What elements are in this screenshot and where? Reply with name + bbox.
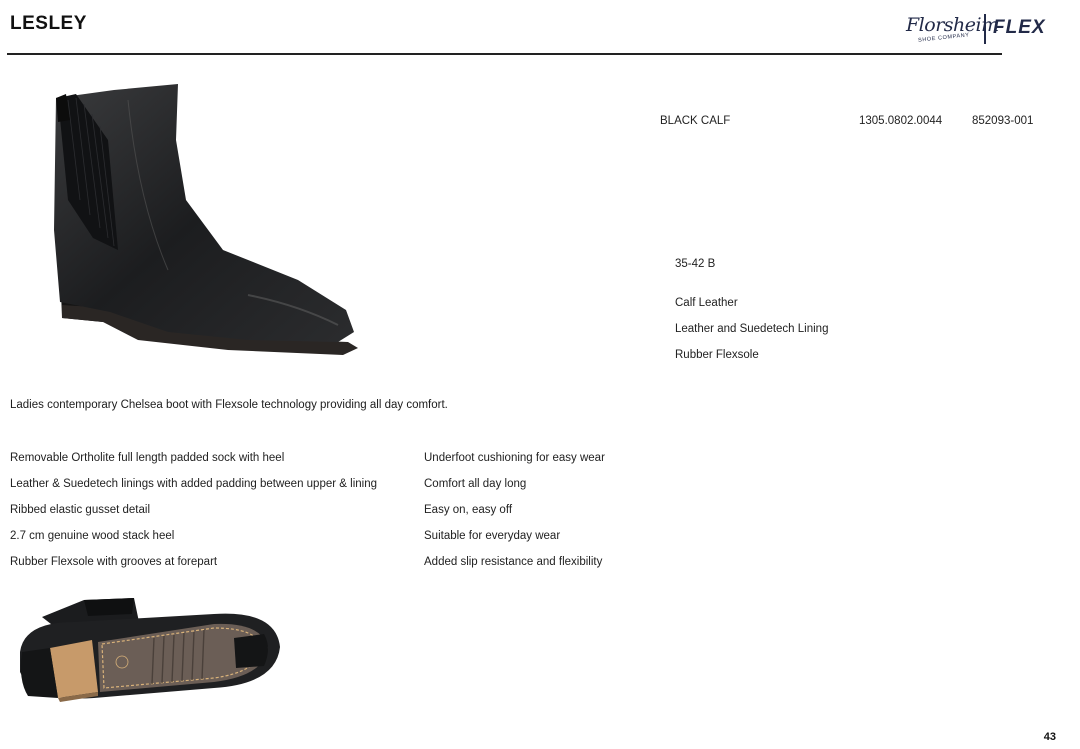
flex-wordmark: FLEX — [993, 17, 1046, 38]
upper-material: Calf Leather — [675, 297, 738, 309]
feature-item: Ribbed elastic gusset detail — [10, 504, 150, 516]
boot-sole-view-image — [20, 598, 280, 702]
benefit-item: Underfoot cushioning for easy wear — [424, 452, 605, 464]
benefit-item: Easy on, easy off — [424, 504, 513, 516]
benefit-item: Comfort all day long — [424, 478, 527, 490]
logo-divider — [984, 14, 986, 44]
benefit-item: Suitable for everyday wear — [424, 530, 561, 542]
page-number: 43 — [1043, 731, 1056, 743]
brand-logo: Florsheim SHOE COMPANY FLEX — [900, 8, 1045, 48]
style-number: 852093-001 — [972, 115, 1034, 127]
article-code: 1305.0802.0044 — [859, 115, 943, 127]
page-title: LESLEY — [10, 13, 87, 34]
feature-item: Leather & Suedetech linings with added p… — [10, 478, 377, 490]
sole-material: Rubber Flexsole — [675, 349, 759, 361]
benefit-item: Added slip resistance and flexibility — [424, 556, 603, 568]
product-description: Ladies contemporary Chelsea boot with Fl… — [10, 399, 448, 411]
feature-item: Removable Ortholite full length padded s… — [10, 452, 285, 464]
header-divider — [7, 53, 1002, 55]
feature-item: Rubber Flexsole with grooves at forepart — [10, 556, 218, 568]
boot-side-view-image — [54, 84, 358, 355]
color-name: BLACK CALF — [660, 115, 731, 127]
feature-item: 2.7 cm genuine wood stack heel — [10, 530, 175, 542]
lining-material: Leather and Suedetech Lining — [675, 323, 829, 335]
size-range: 35-42 B — [675, 258, 716, 270]
